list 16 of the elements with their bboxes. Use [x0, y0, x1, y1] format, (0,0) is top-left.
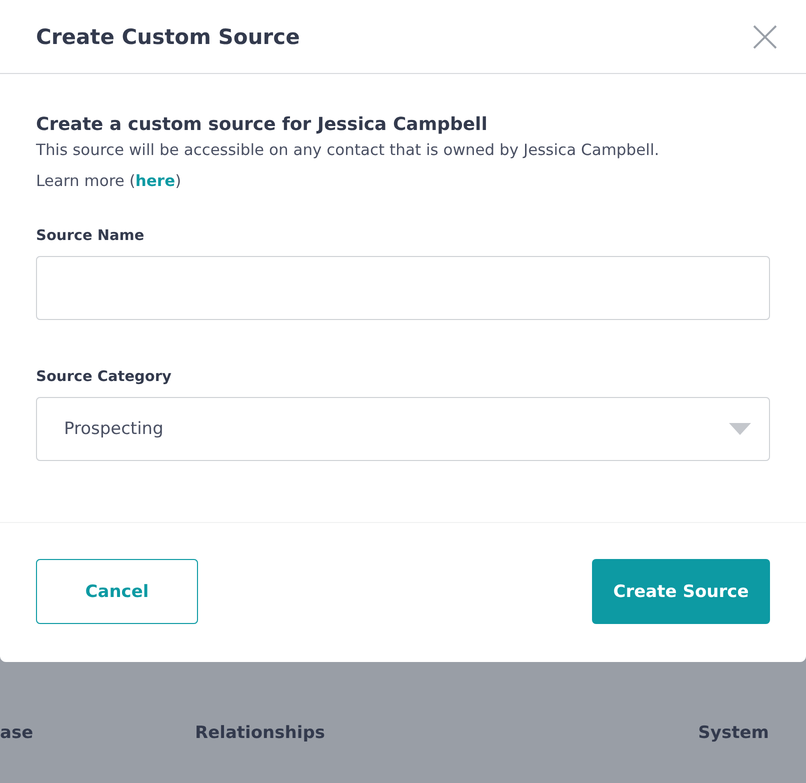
dialog-title: Create Custom Source — [36, 24, 300, 48]
field-label: Source Category — [36, 368, 172, 387]
field-label: Source Name — [36, 227, 146, 246]
source-name-field[interactable] — [36, 256, 770, 320]
column-label: System — [698, 723, 769, 743]
create-source-button[interactable]: Create Source — [592, 559, 770, 624]
learn-more-text: Learn more (here) — [36, 171, 182, 192]
section-heading: Create a custom source for Jessica Campbell — [36, 114, 488, 136]
column-label: ase — [0, 723, 34, 743]
cancel-button[interactable]: Cancel — [36, 559, 198, 624]
caret-icon — [729, 423, 751, 435]
here-link[interactable]: here — [135, 172, 176, 190]
column-label: Relationships — [195, 723, 325, 743]
close-icon[interactable] — [752, 24, 778, 50]
description-text: This source will be accessible on any contact that is owned by Jessica Campbell. — [36, 140, 660, 161]
category-dropdown[interactable]: Prospecting — [36, 397, 770, 461]
